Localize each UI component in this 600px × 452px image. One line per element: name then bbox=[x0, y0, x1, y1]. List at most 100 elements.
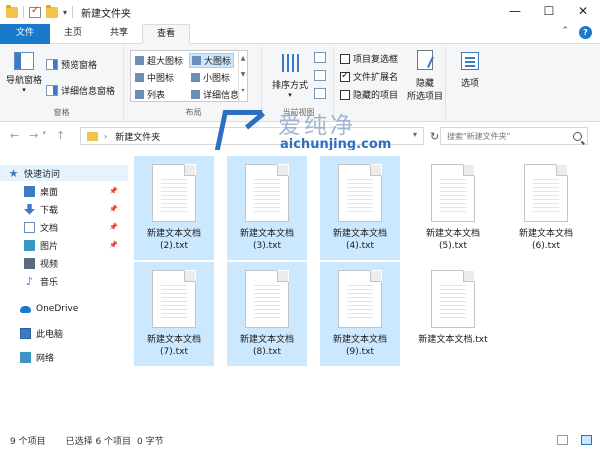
add-columns-button[interactable] bbox=[314, 70, 326, 81]
network-icon bbox=[20, 351, 31, 363]
small-icons-icon bbox=[191, 73, 200, 82]
quick-access-toolbar: ▾ bbox=[0, 4, 74, 18]
tab-file[interactable]: 文件 bbox=[0, 24, 51, 44]
sidebar-item-pictures[interactable]: 图片 📌 bbox=[0, 237, 128, 253]
pin-icon: 📌 bbox=[109, 241, 118, 249]
selected-count: 已选择 6 个项目 bbox=[65, 436, 132, 447]
size-columns-icon bbox=[314, 88, 326, 99]
folder-icon bbox=[87, 131, 98, 141]
hide-selected-label-2: 所选项目 bbox=[406, 92, 443, 102]
tab-view[interactable]: 查看 bbox=[142, 24, 191, 44]
preview-pane-icon bbox=[46, 59, 58, 70]
sort-icon bbox=[279, 52, 301, 74]
file-extensions-toggle[interactable]: 文件扩展名 bbox=[340, 70, 398, 83]
customize-toolbar-icon[interactable]: ▾ bbox=[63, 8, 67, 17]
hide-selected-label-1: 隐藏 bbox=[415, 79, 434, 89]
sidebar-item-desktop[interactable]: 桌面 📌 bbox=[0, 183, 128, 199]
list-icon bbox=[135, 90, 144, 99]
refresh-icon[interactable]: ↻ bbox=[430, 130, 439, 143]
up-arrow-icon[interactable]: ↑ bbox=[56, 129, 65, 142]
layout-large-icons[interactable]: 大图标 bbox=[189, 53, 235, 68]
file-item[interactable]: 新建文本文档 (7).txt bbox=[134, 262, 214, 366]
group-show-hide: 项目复选框 文件扩展名 隐藏的项目 隐藏 所选项目 bbox=[336, 46, 446, 120]
layout-gallery: 超大图标 大图标 中图标 小图标 列表 详细信息 ▲ ▼ ▾ bbox=[130, 50, 248, 102]
sidebar-item-documents[interactable]: 文档 📌 bbox=[0, 219, 128, 235]
sidebar-item-quick-access[interactable]: ★ 快速访问 bbox=[0, 165, 128, 181]
maximize-button[interactable]: ☐ bbox=[532, 0, 566, 24]
properties-icon[interactable] bbox=[29, 5, 41, 18]
group-layout: 超大图标 大图标 中图标 小图标 列表 详细信息 ▲ ▼ ▾ 布局 bbox=[126, 46, 262, 120]
checkbox-checked-icon bbox=[340, 70, 350, 82]
status-bar: 9 个项目 已选择 6 个项目 0 字节 bbox=[0, 428, 600, 452]
file-item[interactable]: 新建文本文档.txt bbox=[413, 262, 493, 366]
nav-pane-button[interactable]: 导航窗格 ▾ bbox=[6, 52, 42, 94]
ribbon-view: 导航窗格 ▾ 预览窗格 详细信息窗格 窗格 超大图标 大图标 中图标 小图标 列… bbox=[0, 44, 600, 122]
preview-pane-button[interactable]: 预览窗格 bbox=[46, 58, 97, 71]
new-folder-icon[interactable] bbox=[46, 4, 58, 18]
forward-arrow-icon[interactable]: → bbox=[29, 129, 38, 142]
hidden-items-toggle[interactable]: 隐藏的项目 bbox=[340, 88, 398, 101]
minimize-button[interactable]: — bbox=[498, 0, 532, 24]
download-icon bbox=[24, 203, 35, 215]
recent-locations-icon[interactable]: ▾ bbox=[42, 129, 46, 142]
back-arrow-icon[interactable]: ← bbox=[10, 129, 19, 142]
large-icons-view-icon[interactable] bbox=[581, 435, 592, 445]
chevron-down-icon: ▾ bbox=[22, 86, 26, 94]
tab-home[interactable]: 主页 bbox=[50, 24, 96, 44]
sort-by-button[interactable]: 排序方式 ▾ bbox=[268, 52, 312, 99]
sidebar-item-onedrive[interactable]: OneDrive bbox=[0, 301, 128, 317]
sidebar-item-this-pc[interactable]: 此电脑 bbox=[0, 325, 128, 341]
layout-medium-icons[interactable]: 中图标 bbox=[135, 71, 174, 84]
layout-details[interactable]: 详细信息 bbox=[191, 88, 239, 101]
computer-icon bbox=[20, 327, 31, 339]
checkbox-icon bbox=[340, 89, 350, 100]
address-bar[interactable]: › 新建文件夹 ▾ bbox=[80, 127, 424, 145]
sidebar-item-music[interactable]: ♪ 音乐 bbox=[0, 273, 128, 289]
size-columns-button[interactable] bbox=[314, 88, 326, 99]
title-bar: ▾ 新建文件夹 — ☐ ✕ bbox=[0, 0, 600, 24]
sort-by-label: 排序方式 bbox=[271, 81, 308, 91]
tab-share[interactable]: 共享 bbox=[96, 24, 142, 44]
help-icon[interactable]: ? bbox=[579, 26, 592, 39]
address-path[interactable]: 新建文件夹 bbox=[115, 130, 160, 143]
search-icon[interactable] bbox=[573, 131, 582, 141]
layout-list[interactable]: 列表 bbox=[135, 88, 165, 101]
item-checkboxes-toggle[interactable]: 项目复选框 bbox=[340, 52, 398, 65]
file-item[interactable]: 新建文本文档 (2).txt bbox=[134, 156, 214, 260]
desktop-icon bbox=[24, 185, 35, 197]
options-button[interactable]: 选项 bbox=[454, 52, 486, 89]
file-item[interactable]: 新建文本文档 (4).txt bbox=[320, 156, 400, 260]
layout-extra-large-icons[interactable]: 超大图标 bbox=[135, 54, 183, 67]
group-label-current-view: 当前视图 bbox=[282, 108, 315, 117]
file-item[interactable]: 新建文本文档 (3).txt bbox=[227, 156, 307, 260]
sidebar-item-network[interactable]: 网络 bbox=[0, 349, 128, 365]
search-input[interactable]: 搜索"新建文件夹" bbox=[447, 131, 573, 142]
layout-scrollbar[interactable]: ▲ ▼ ▾ bbox=[238, 51, 247, 101]
close-button[interactable]: ✕ bbox=[566, 0, 600, 24]
options-icon bbox=[461, 52, 479, 70]
details-view-icon[interactable] bbox=[557, 435, 568, 445]
details-pane-button[interactable]: 详细信息窗格 bbox=[46, 84, 115, 97]
file-item[interactable]: 新建文本文档 (6).txt bbox=[506, 156, 586, 260]
group-by-button[interactable] bbox=[314, 52, 326, 63]
large-icons-icon bbox=[192, 56, 201, 65]
file-name: 新建文本文档 (2).txt bbox=[146, 229, 201, 251]
chevron-down-icon[interactable]: ▾ bbox=[413, 130, 417, 139]
layout-small-icons[interactable]: 小图标 bbox=[191, 71, 230, 84]
text-file-icon bbox=[431, 164, 475, 222]
text-file-icon bbox=[431, 270, 475, 328]
sidebar-item-videos[interactable]: 视频 bbox=[0, 255, 128, 271]
file-item[interactable]: 新建文本文档 (8).txt bbox=[227, 262, 307, 366]
file-extensions-label: 文件扩展名 bbox=[353, 73, 399, 83]
hide-selected-button[interactable]: 隐藏 所选项目 bbox=[406, 50, 444, 102]
collapse-ribbon-icon[interactable]: ⌃ bbox=[561, 26, 569, 39]
file-item[interactable]: 新建文本文档 (9).txt bbox=[320, 262, 400, 366]
sidebar-item-downloads[interactable]: 下载 📌 bbox=[0, 201, 128, 217]
text-file-icon bbox=[152, 270, 196, 328]
search-box[interactable]: 搜索"新建文件夹" bbox=[440, 127, 588, 145]
file-item[interactable]: 新建文本文档 (5).txt bbox=[413, 156, 493, 260]
text-file-icon bbox=[524, 164, 568, 222]
document-icon bbox=[24, 221, 35, 233]
preview-pane-label: 预览窗格 bbox=[61, 61, 98, 71]
chevron-right-icon[interactable]: › bbox=[104, 132, 107, 141]
